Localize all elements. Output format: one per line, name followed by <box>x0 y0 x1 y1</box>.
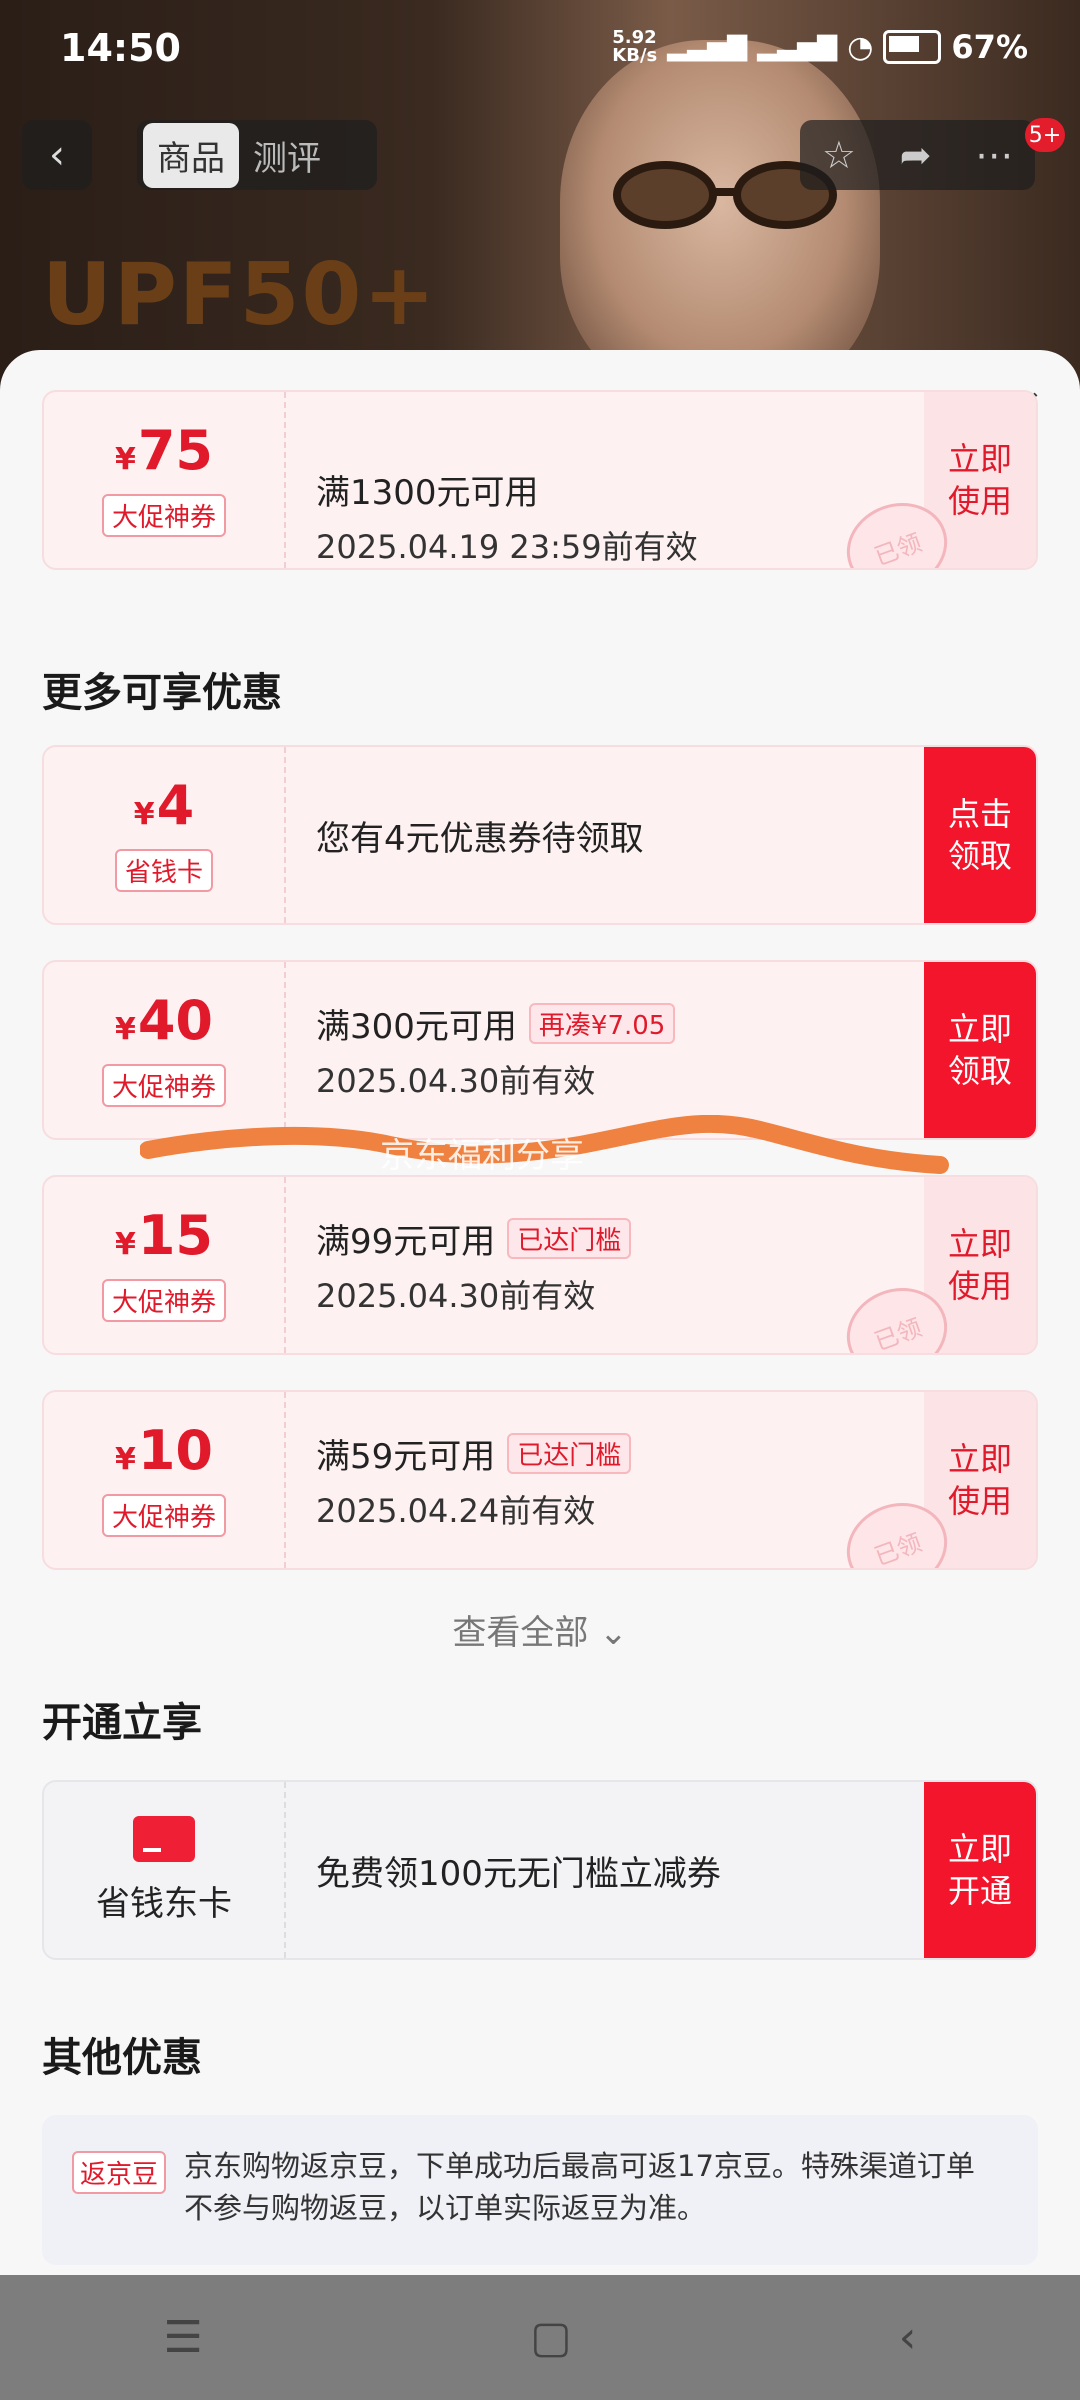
coupon-hint-pill: 已达门槛 <box>507 1217 632 1259</box>
coupon-amount: ¥15 <box>114 1204 214 1267</box>
tab-review[interactable]: 测评 <box>239 123 335 188</box>
menu-icon[interactable]: ☰ <box>164 2312 203 2363</box>
coupon-condition: 满1300元可用 <box>316 473 539 513</box>
discount-sheet: 优惠 ¥75 大促神券 满1300元可用 2025.04.19 23:59前有效… <box>0 350 1080 2280</box>
coupon-expiry: 2025.04.24前有效 <box>316 1491 596 1530</box>
chevron-left-icon: ‹ <box>49 132 65 178</box>
coupon-tag: 大促神券 <box>101 1279 226 1322</box>
coupon-hint-pill: 再凑¥7.05 <box>528 1002 676 1044</box>
signal-icon-2: ▂▃▅▇ <box>757 32 838 62</box>
coupon-amount: ¥4 <box>133 774 195 837</box>
coupon-card: ¥40 大促神券 满300元可用 再凑¥7.05 2025.04.30前有效 立即… <box>42 960 1038 1140</box>
section-open-benefits: 开通立享 <box>42 1700 202 1746</box>
share-icon[interactable]: ➦ <box>900 133 932 177</box>
battery-percent: 67% <box>951 28 1028 66</box>
battery-icon <box>883 30 942 64</box>
coupon-card: ¥15 大促神券 满99元可用 已达门槛 2025.04.30前有效 立即 使用 已… <box>42 1175 1038 1355</box>
coupon-amount: ¥75 大促神券 <box>44 392 286 568</box>
coupon-amount: ¥40 <box>114 989 214 1052</box>
status-icons: 5.92 KB/s ▂▃▅▇ ▂▃▅▇ ◔ 67% <box>612 28 1028 66</box>
coupon-card: ¥4 省钱卡 您有4元优惠券待领取 点击 领取 <box>42 745 1038 925</box>
card-name: 省钱东卡 <box>96 1883 232 1924</box>
coupon-card-partial: ¥75 大促神券 满1300元可用 2025.04.19 23:59前有效 立即… <box>42 390 1038 570</box>
coupon-card: ¥10 大促神券 满59元可用 已达门槛 2025.04.24前有效 立即 使用 已… <box>42 1390 1038 1570</box>
coupon-condition: 您有4元优惠券待领取 <box>316 818 644 859</box>
system-nav-bar: ☰ ▢ ‹ <box>0 2275 1080 2400</box>
coupon-expiry: 2025.04.19 23:59前有效 <box>316 528 698 566</box>
tab-product[interactable]: 商品 <box>143 122 239 188</box>
coupon-tag: 大促神券 <box>101 494 226 537</box>
wifi-icon: ◔ <box>847 29 874 65</box>
watermark-text: 京东福利分享 <box>380 1136 584 1176</box>
status-bar: 14:50 5.92 KB/s ▂▃▅▇ ▂▃▅▇ ◔ 67% <box>0 0 1080 100</box>
coupon-condition: 满99元可用 <box>316 1221 496 1262</box>
home-icon[interactable]: ▢ <box>530 2312 572 2363</box>
coupon-amount: ¥10 <box>114 1419 214 1482</box>
jingdou-info: 返京豆 京东购物返京豆，下单成功后最高可返17京豆。特殊渠道订单不参与购物返豆，… <box>42 2115 1038 2265</box>
section-more-discounts: 更多可享优惠 <box>42 670 282 716</box>
section-other-discounts: 其他优惠 <box>42 2035 202 2081</box>
coupon-hint-pill: 已达门槛 <box>507 1432 632 1474</box>
jingdou-tag: 返京豆 <box>72 2151 167 2194</box>
claim-button[interactable]: 立即 领取 <box>924 962 1036 1138</box>
clock: 14:50 <box>60 26 181 70</box>
message-badge: 5+ <box>1025 118 1065 152</box>
chevron-down-icon: ⌄ <box>599 1613 628 1653</box>
coupon-tag: 省钱卡 <box>114 849 213 892</box>
signal-icon: ▂▃▅▇ <box>667 32 748 62</box>
coupon-expiry: 2025.04.30前有效 <box>316 1061 596 1100</box>
top-actions: ☆ ➦ ⋯ <box>800 120 1035 190</box>
activate-button[interactable]: 立即 开通 <box>924 1782 1036 1958</box>
view-all-link[interactable]: 查看全部 ⌄ <box>0 1605 1080 1654</box>
card-description: 免费领100元无门槛立减券 <box>316 1853 721 1894</box>
tab-bar: 商品 测评 <box>137 120 377 190</box>
claim-button[interactable]: 点击 领取 <box>924 747 1036 923</box>
star-icon[interactable]: ☆ <box>822 133 856 177</box>
jingdou-text: 京东购物返京豆，下单成功后最高可返17京豆。特殊渠道订单不参与购物返豆，以订单实… <box>184 2149 975 2225</box>
coupon-condition: 满300元可用 <box>316 1006 517 1047</box>
back-icon[interactable]: ‹ <box>899 2312 917 2363</box>
more-icon[interactable]: ⋯ <box>975 133 1013 177</box>
coupon-tag: 大促神券 <box>101 1064 226 1107</box>
coupon-tag: 大促神券 <box>101 1494 226 1537</box>
back-button[interactable]: ‹ <box>22 120 92 190</box>
banner-text: UPF50+ <box>42 245 438 345</box>
coupon-expiry: 2025.04.30前有效 <box>316 1276 596 1315</box>
network-speed: 5.92 KB/s <box>612 27 658 66</box>
card-icon <box>133 1815 195 1862</box>
membership-card: 省钱东卡 免费领100元无门槛立减券 立即 开通 <box>42 1780 1038 1960</box>
coupon-condition: 满59元可用 <box>316 1436 496 1477</box>
